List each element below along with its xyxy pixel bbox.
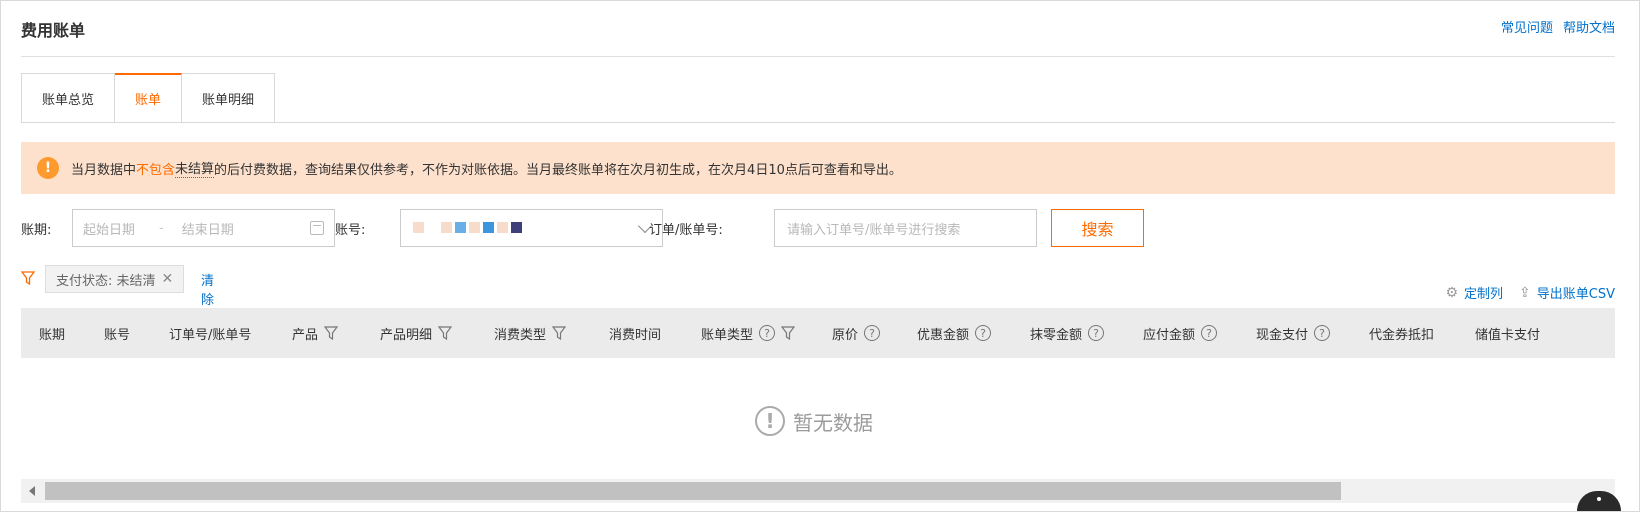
scrollbar-thumb[interactable] [45,482,1341,500]
table-toolbar: ⚙ 定制列 ⇪ 导出账单CSV [1445,283,1615,303]
column-filter-icon[interactable] [324,326,339,340]
tabs-divider [21,122,1615,123]
help-icon[interactable]: ? [1314,325,1331,341]
end-date-input[interactable]: 结束日期 [182,219,234,238]
account-label: 账号: [335,223,366,238]
column-header: 应付金额 ? [1143,308,1218,358]
exclamation-circle-icon: ! [755,406,785,436]
tab-bill-overview[interactable]: 账单总览 [21,73,116,123]
column-header: 产品 [292,308,339,358]
clear-filters-link[interactable]: 清除 [201,270,214,308]
help-icon[interactable]: ? [759,325,776,341]
title-divider [21,56,1615,57]
empty-state: ! 暂无数据 [755,406,873,436]
gear-icon: ⚙ [1445,284,1459,301]
filter-icon [21,271,35,285]
notice-unsettled-term[interactable]: 未结算 [175,158,215,178]
column-header: 消费类型 [494,308,567,358]
tab-bill-details[interactable]: 账单明细 [182,73,276,123]
billing-page: 费用账单 常见问题 帮助文档 账单总览 账单 账单明细 ! 当月数据中 不包含 未结… [0,0,1640,512]
export-csv-button[interactable]: ⇪ 导出账单CSV [1519,283,1615,303]
customize-columns-label: 定制列 [1464,287,1504,302]
account-select[interactable] [400,209,663,247]
help-docs-link[interactable]: 帮助文档 [1563,17,1615,36]
order-search-input[interactable]: 请输入订单号/账单号进行搜索 [774,209,1037,247]
export-csv-label: 导出账单CSV [1536,287,1615,302]
help-icon[interactable]: ? [864,325,881,341]
column-header: 抹零金额 ? [1030,308,1105,358]
column-header: 现金支付 ? [1256,308,1331,358]
faq-link[interactable]: 常见问题 [1501,17,1553,36]
notice-banner: ! 当月数据中 不包含 未结算 的后付费数据，查询结果仅供参考，不作为对账依据。当月最… [21,142,1615,194]
column-header: 代金券抵扣 [1369,327,1435,343]
help-icon[interactable]: ? [975,325,992,341]
close-icon[interactable]: ✕ [162,271,174,287]
column-header: 产品明细 [380,308,453,358]
column-header: 账期 [39,327,66,343]
column-filter-icon[interactable] [438,326,453,340]
page-title: 费用账单 [21,21,86,40]
scroll-left-arrow-icon[interactable] [29,486,35,496]
empty-state-text: 暂无数据 [793,410,873,435]
search-button[interactable]: 搜索 [1051,209,1144,247]
column-filter-icon[interactable] [781,326,796,340]
notice-text-2: 的后付费数据，查询结果仅供参考，不作为对账依据。当月最终账单将在次月初生成，在次… [214,162,902,178]
top-links: 常见问题 帮助文档 [1501,17,1615,36]
start-date-input[interactable]: 起始日期 [83,219,135,238]
order-label: 订单/账单号: [649,223,723,238]
notice-emphasis: 不包含 [136,162,176,178]
column-header: 原价 ? [832,308,881,358]
column-header: 账单类型 ? [701,308,796,358]
search-filters: 账期: 起始日期 - 结束日期 账号: 订单/账单号: 请输入订单号/账单号进行… [21,209,1621,247]
help-icon[interactable]: ? [1201,325,1218,341]
tab-bar: 账单总览 账单 账单明细 [21,73,276,123]
account-value-redacted [413,222,522,233]
table-header: 账期 账号 订单号/账单号 产品 产品明细 消费类型 消费时间 账单类型 ? 原… [21,308,1615,358]
export-icon: ⇪ [1519,284,1531,301]
column-filter-icon[interactable] [552,326,567,340]
column-header: 优惠金额 ? [917,308,992,358]
filter-tag-payment-status: 支付状态: 未结清 ✕ [45,265,185,293]
horizontal-scrollbar[interactable] [21,479,1615,503]
column-header: 订单号/账单号 [169,327,252,343]
customize-columns-button[interactable]: ⚙ 定制列 [1445,283,1504,303]
tab-bill[interactable]: 账单 [115,73,183,123]
period-label: 账期: [21,223,52,238]
notice-text-1: 当月数据中 [71,162,137,178]
info-icon: ! [37,157,59,179]
date-range-separator: - [159,220,164,236]
column-header: 储值卡支付 [1475,327,1541,343]
column-header: 账号 [104,327,131,343]
help-icon[interactable]: ? [1088,325,1105,341]
column-header: 消费时间 [609,327,662,343]
filter-tag-label: 支付状态: 未结清 [56,273,156,289]
date-range-picker[interactable]: 起始日期 - 结束日期 [72,209,335,247]
calendar-icon[interactable] [310,221,324,235]
